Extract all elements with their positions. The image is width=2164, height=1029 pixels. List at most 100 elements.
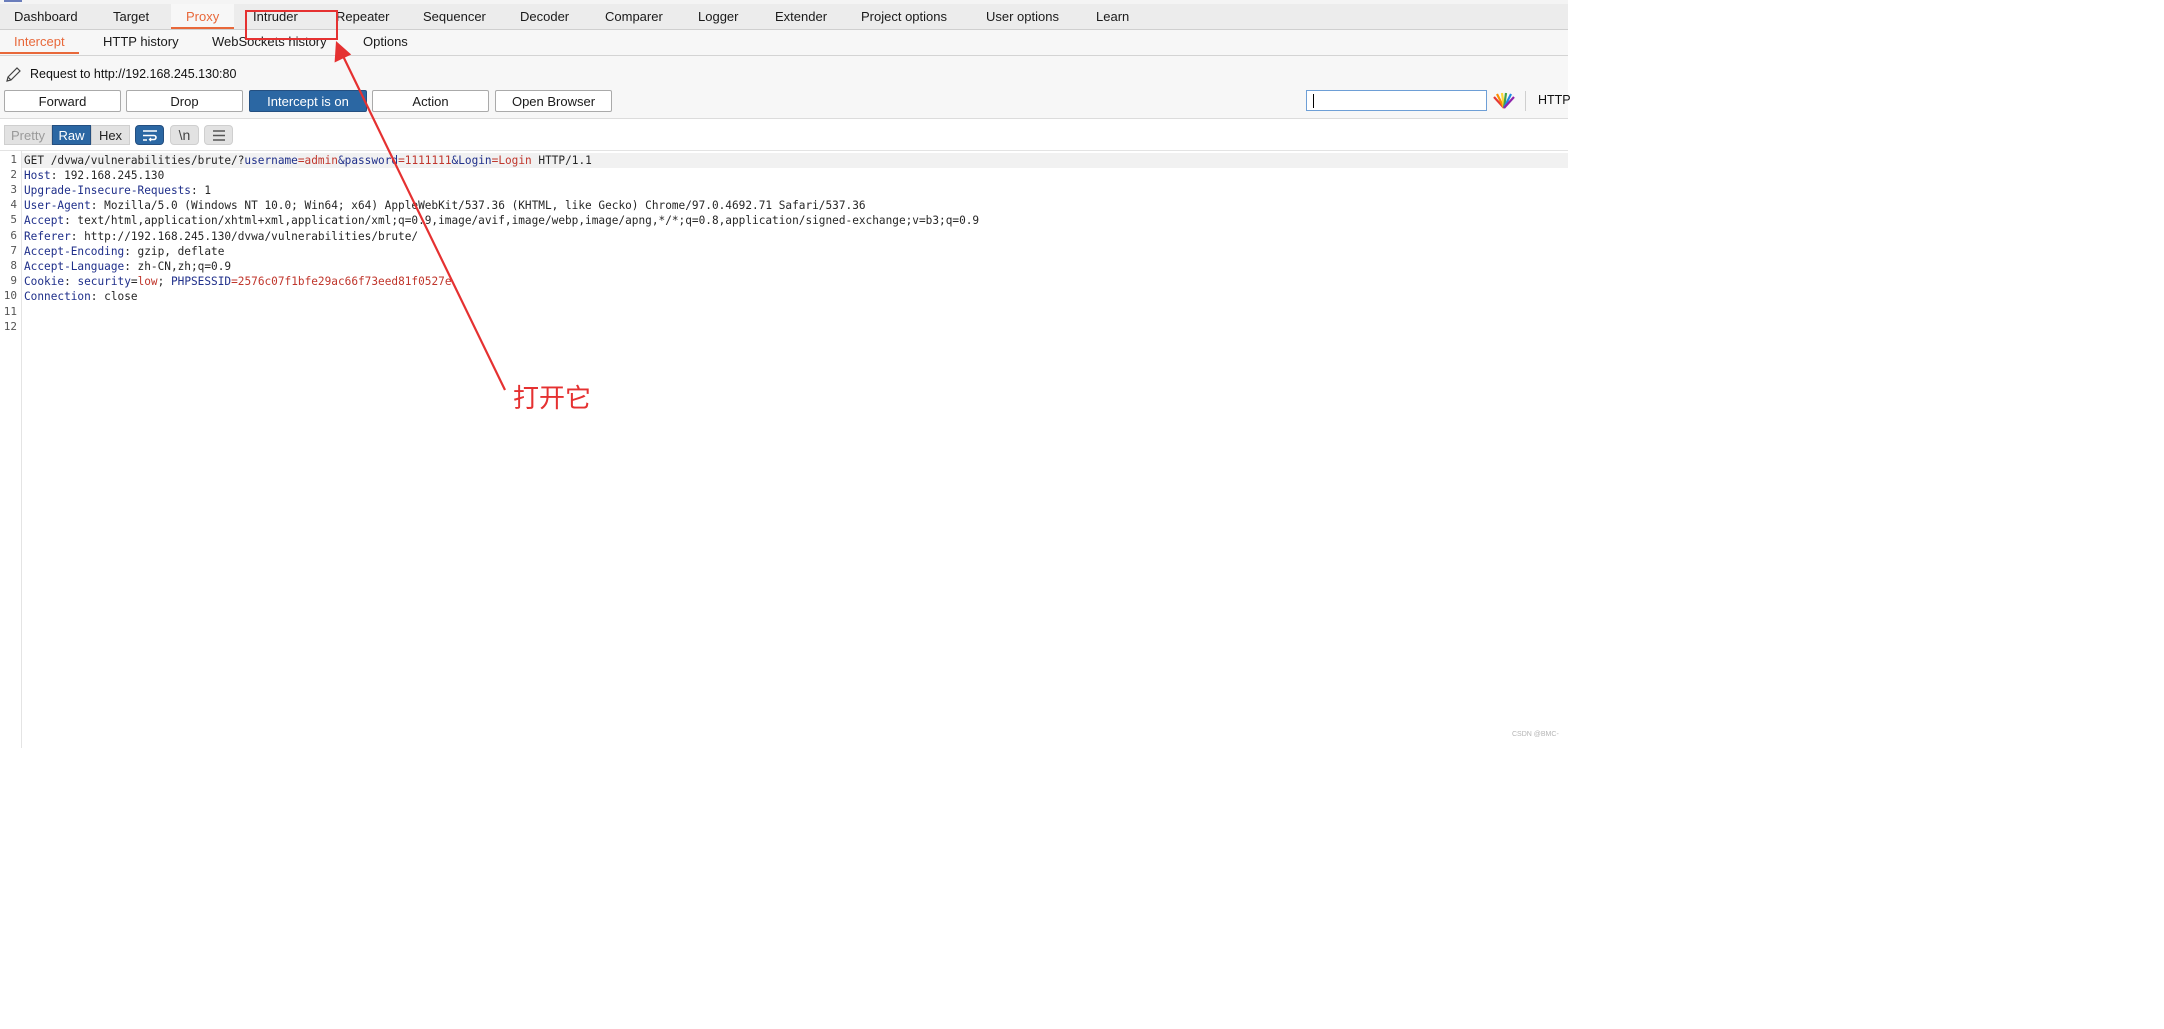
header-line: Host: 192.168.245.130 [24,168,164,183]
text-caret [1313,94,1314,108]
tab-sequencer[interactable]: Sequencer [423,4,486,29]
line-number: 3 [10,183,17,196]
line-number: 6 [10,229,17,242]
hex-view-button[interactable]: Hex [91,125,130,145]
header-value: : http://192.168.245.130/dvwa/vulnerabil… [70,230,419,243]
header-name: Cookie [24,275,65,288]
header-name: Accept [24,214,65,227]
color-highlight-icon[interactable] [1493,92,1515,109]
header-value: : zh-CN,zh;q=0.9 [124,260,232,273]
intercept-toolbar: Request to http://192.168.245.130:80 For… [0,56,1571,119]
header-name: Connection [24,290,91,303]
tab-extender[interactable]: Extender [775,4,827,29]
tab-comparer[interactable]: Comparer [605,4,663,29]
param-name: password [344,154,399,167]
header-name: Upgrade-Insecure-Requests [24,184,191,197]
param-name: Login [458,154,492,167]
tab-logger[interactable]: Logger [698,4,738,29]
pencil-icon [6,67,21,82]
param-value: 1111111 [404,154,452,167]
header-line: Accept: text/html,application/xhtml+xml,… [24,213,979,228]
equals-sign: = [398,154,405,167]
tab-target[interactable]: Target [113,4,149,29]
tab-user-options[interactable]: User options [986,4,1059,29]
line-number: 10 [3,289,17,302]
window-top-mark [4,0,22,2]
message-view-toolbar: Pretty Raw Hex \n [0,120,1568,151]
cookie-name: security [77,275,131,288]
request-line: GET /dvwa/vulnerabilities/brute/?usernam… [24,153,592,168]
param-separator: & [337,154,345,167]
raw-view-button[interactable]: Raw [52,125,91,145]
tab-learn[interactable]: Learn [1096,4,1129,29]
options-menu-button[interactable] [204,125,233,145]
header-value: : gzip, deflate [124,245,225,258]
open-browser-button[interactable]: Open Browser [495,90,612,112]
line-number: 7 [10,244,17,257]
tab-project-options[interactable]: Project options [861,4,947,29]
tab-dashboard[interactable]: Dashboard [14,4,78,29]
wrap-lines-icon [143,130,157,142]
line-number: 1 [10,153,17,166]
search-input[interactable] [1306,90,1487,111]
drop-button[interactable]: Drop [126,90,243,112]
header-value: : close [90,290,138,303]
watermark: CSDN @BMC- [1512,731,1559,738]
line-number: 4 [10,198,17,211]
tab-proxy[interactable]: Proxy [171,4,235,29]
line-number-gutter: 1 2 3 4 5 6 7 8 9 10 11 12 [0,151,22,748]
header-separator: : [64,275,78,288]
header-line: Accept-Encoding: gzip, deflate [24,244,224,259]
line-number: 11 [3,305,17,318]
subtab-http-history[interactable]: HTTP history [103,30,179,54]
equals-sign: = [297,154,305,167]
header-line: User-Agent: Mozilla/5.0 (Windows NT 10.0… [24,198,866,213]
header-line: Connection: close [24,289,138,304]
subtab-websockets-history[interactable]: WebSockets history [212,30,327,54]
subtab-intercept[interactable]: Intercept [0,30,79,54]
equals-sign: = [130,275,138,288]
header-line: Upgrade-Insecure-Requests: 1 [24,183,211,198]
cookie-name: PHPSESSID [170,275,232,288]
equals-sign: = [231,275,238,288]
header-value: : 192.168.245.130 [50,169,165,182]
cookie-line: Cookie: security=low; PHPSESSID=2576c07f… [24,274,452,289]
main-tab-bar: Dashboard Target Proxy Intruder Repeater… [0,4,1568,30]
header-name: Referer [24,230,71,243]
protocol: HTTP/1.1 [531,154,592,167]
line-number: 12 [3,320,17,333]
action-button[interactable]: Action [372,90,489,112]
line-number: 5 [10,213,17,226]
wrap-lines-button[interactable] [135,125,164,145]
pretty-view-button[interactable]: Pretty [4,125,52,145]
request-target-label: Request to http://192.168.245.130:80 [30,67,237,81]
cookie-value: low [137,275,158,288]
header-line: Referer: http://192.168.245.130/dvwa/vul… [24,229,418,244]
subtab-options[interactable]: Options [363,30,408,54]
show-newlines-button[interactable]: \n [170,125,199,145]
proxy-subtab-bar: Intercept HTTP history WebSockets histor… [0,30,1568,56]
method-path: GET /dvwa/vulnerabilities/brute/? [24,154,245,167]
request-editor[interactable]: 1 2 3 4 5 6 7 8 9 10 11 12 GET /dvwa/vul… [0,151,1568,748]
line-number: 9 [10,274,17,287]
header-line: Accept-Language: zh-CN,zh;q=0.9 [24,259,231,274]
cookie-value: 2576c07f1bfe29ac66f73eed81f0527e [237,275,452,288]
hamburger-menu-icon [213,130,225,141]
header-name: Host [24,169,51,182]
param-name: username [244,154,298,167]
cookie-separator: ; [157,275,171,288]
header-name: Accept-Encoding [24,245,125,258]
toolbar-divider [1525,91,1526,111]
tab-decoder[interactable]: Decoder [520,4,569,29]
annotation-label: 打开它 [513,384,592,414]
forward-button[interactable]: Forward [4,90,121,112]
header-name: Accept-Language [24,260,125,273]
http-label: HTTP [1538,93,1571,107]
tab-intruder[interactable]: Intruder [253,4,298,29]
intercept-toggle-button[interactable]: Intercept is on [249,90,367,112]
tab-repeater[interactable]: Repeater [336,4,389,29]
param-value: Login [498,154,532,167]
param-value: admin [304,154,338,167]
line-number: 8 [10,259,17,272]
header-value: : Mozilla/5.0 (Windows NT 10.0; Win64; x… [90,199,866,212]
